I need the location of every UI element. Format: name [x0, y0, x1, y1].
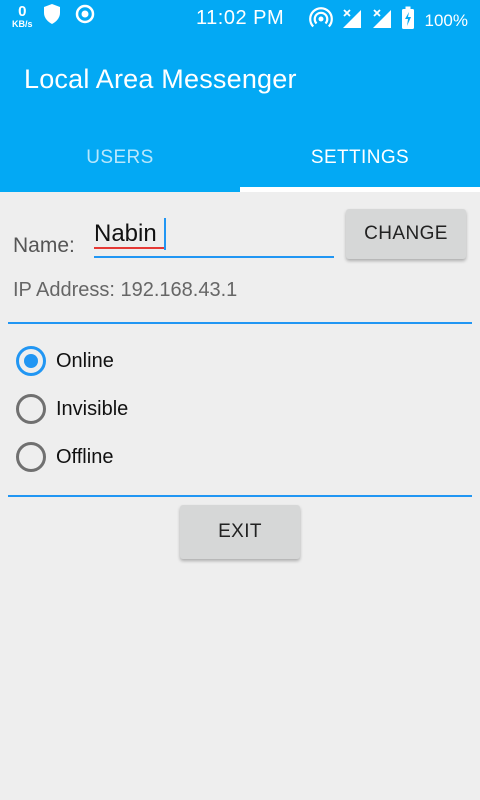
app-title: Local Area Messenger	[24, 64, 297, 94]
radio-button-unchecked[interactable]	[16, 442, 46, 472]
record-icon	[75, 4, 95, 29]
radio-button-checked[interactable]	[16, 346, 46, 376]
text-cursor	[164, 218, 166, 250]
name-input[interactable]: Nabin	[94, 214, 334, 258]
divider	[8, 322, 472, 324]
tab-settings-label: SETTINGS	[310, 147, 410, 168]
network-speed: 0 KB/s	[12, 4, 33, 29]
radio-button-unchecked[interactable]	[16, 394, 46, 424]
hotspot-icon	[308, 6, 333, 35]
network-speed-unit: KB/s	[12, 19, 33, 29]
tab-users-label: USERS	[86, 147, 154, 168]
exit-button[interactable]: EXIT	[180, 505, 300, 559]
tab-indicator	[240, 187, 480, 192]
change-button-label: CHANGE	[364, 223, 448, 244]
network-speed-value: 0	[18, 3, 27, 20]
radio-invisible[interactable]: Invisible	[16, 393, 128, 425]
status-time: 11:02 PM	[196, 7, 285, 29]
status-bar-left: 0 KB/s	[12, 3, 109, 30]
spellcheck-underline	[94, 247, 164, 249]
divider	[8, 495, 472, 497]
app-bar: Local Area Messenger USERS SETTINGS	[0, 36, 480, 192]
ip-address-text: IP Address: 192.168.43.1	[13, 279, 238, 301]
radio-offline[interactable]: Offline	[16, 441, 113, 473]
change-button[interactable]: CHANGE	[346, 209, 466, 259]
name-label: Name:	[13, 234, 75, 257]
tab-settings[interactable]: SETTINGS	[240, 124, 480, 192]
tab-users[interactable]: USERS	[0, 124, 240, 192]
status-bar: 0 KB/s 11:02 PM 100%	[0, 0, 480, 36]
shield-icon	[43, 3, 61, 30]
radio-invisible-label: Invisible	[56, 397, 129, 420]
battery-percentage: 100%	[424, 10, 468, 30]
name-input-value: Nabin	[94, 220, 157, 247]
radio-offline-label: Offline	[56, 445, 114, 468]
battery-charging-icon	[401, 6, 415, 35]
signal-icon	[341, 7, 363, 34]
signal-icon	[371, 7, 393, 34]
status-bar-right: 100%	[308, 6, 468, 35]
exit-button-label: EXIT	[218, 521, 262, 542]
radio-online[interactable]: Online	[16, 345, 114, 377]
radio-online-label: Online	[56, 349, 114, 372]
